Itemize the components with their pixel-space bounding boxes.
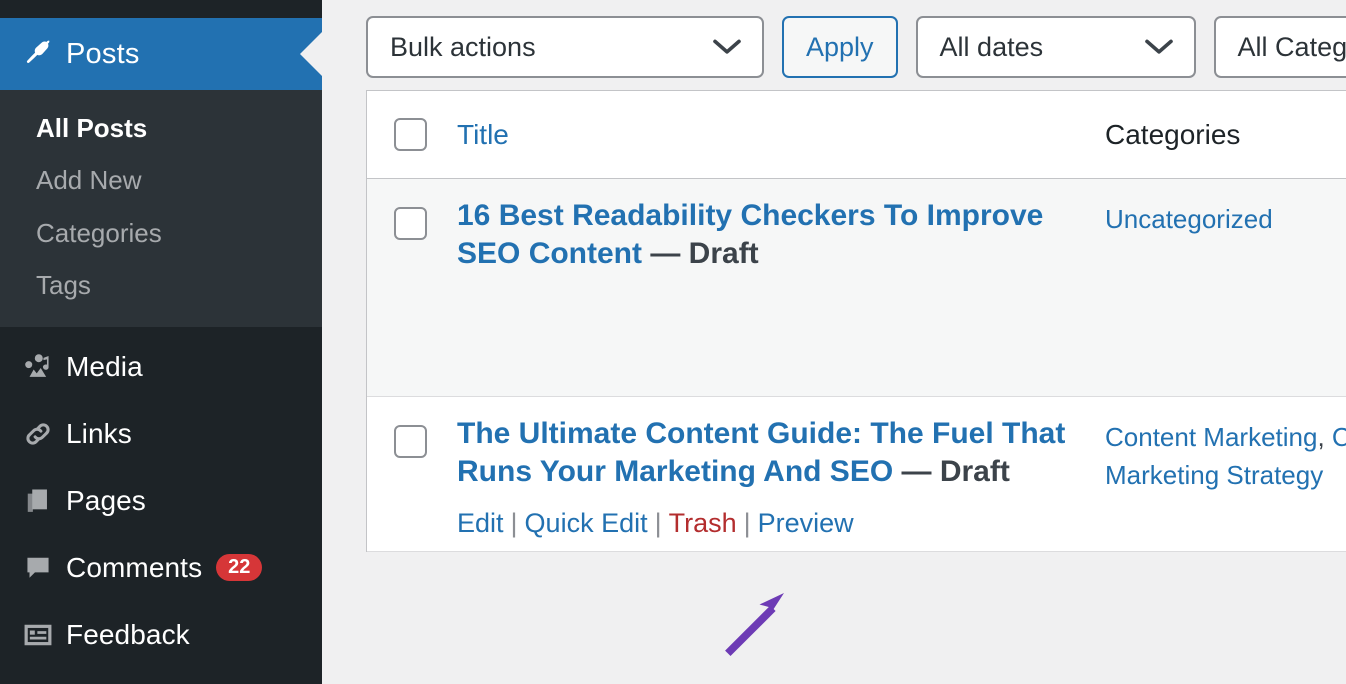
post-status-dash: — — [642, 237, 689, 270]
category-link-list: Content Marketing, Content Marketing Str… — [1105, 419, 1346, 495]
action-separator: | — [504, 508, 525, 538]
trash-link[interactable]: Trash — [669, 508, 737, 538]
select-all-checkbox[interactable] — [394, 118, 427, 151]
chevron-down-icon — [1144, 32, 1174, 63]
table-navigation-toolbar: Bulk actions Apply All dates — [366, 16, 1346, 78]
menu-arrow-notch — [300, 32, 322, 76]
pages-icon — [22, 485, 66, 517]
media-icon — [22, 351, 66, 383]
sidebar-item-media-label: Media — [66, 351, 143, 383]
action-separator: | — [737, 508, 758, 538]
row-checkbox-cell[interactable] — [367, 397, 453, 551]
sidebar-item-pages[interactable]: Pages — [0, 467, 322, 534]
sidebar-item-media[interactable]: Media — [0, 333, 322, 400]
comment-icon — [22, 552, 66, 584]
wordpress-admin-posts-screen: Posts All Posts Add New Categories Tags … — [0, 0, 1346, 684]
category-link-list: Uncategorized — [1105, 201, 1346, 239]
sidebar-item-categories[interactable]: Categories — [0, 207, 322, 259]
column-header-categories: Categories — [1105, 119, 1346, 151]
admin-bar-strip — [0, 0, 322, 18]
edit-link[interactable]: Edit — [457, 508, 504, 538]
row-categories-cell: Content Marketing, Content Marketing Str… — [1105, 397, 1346, 551]
sidebar-item-feedback[interactable]: Feedback — [0, 601, 322, 668]
admin-sidebar: Posts All Posts Add New Categories Tags … — [0, 0, 322, 684]
sidebar-item-tags[interactable]: Tags — [0, 259, 322, 311]
table-row: 16 Best Readability Checkers To Improve … — [367, 179, 1346, 397]
sidebar-item-links[interactable]: Links — [0, 400, 322, 467]
chevron-down-icon — [712, 32, 742, 63]
sidebar-item-pages-label: Pages — [66, 485, 146, 517]
sidebar-item-links-label: Links — [66, 418, 132, 450]
post-status-label: Draft — [940, 455, 1010, 488]
row-select-checkbox[interactable] — [394, 207, 427, 240]
preview-link[interactable]: Preview — [758, 508, 854, 538]
sidebar-item-comments-label: Comments — [66, 552, 202, 584]
sidebar-item-comments[interactable]: Comments 22 — [0, 534, 322, 601]
sidebar-item-posts-label: Posts — [66, 38, 140, 71]
quick-edit-link[interactable]: Quick Edit — [525, 508, 648, 538]
apply-button[interactable]: Apply — [782, 16, 898, 78]
row-actions-spacer — [457, 274, 1085, 382]
feedback-icon — [22, 619, 66, 651]
annotation-arrow-icon — [718, 588, 788, 658]
row-categories-cell: Uncategorized — [1105, 179, 1346, 396]
pin-icon — [22, 37, 66, 71]
category-filter-value: All Categ — [1238, 32, 1346, 63]
sidebar-item-all-posts[interactable]: All Posts — [0, 102, 322, 154]
table-row: The Ultimate Content Guide: The Fuel Tha… — [367, 397, 1346, 552]
action-separator: | — [648, 508, 669, 538]
posts-list-content: Bulk actions Apply All dates — [322, 0, 1346, 684]
row-checkbox-cell[interactable] — [367, 179, 453, 396]
table-header-row: Title Categories — [367, 91, 1346, 179]
category-link[interactable]: Content Marketing — [1105, 422, 1317, 452]
bulk-actions-select[interactable]: Bulk actions — [366, 16, 764, 78]
select-all-checkbox-cell[interactable] — [367, 118, 453, 151]
bulk-actions-value: Bulk actions — [390, 32, 536, 63]
row-title-cell: 16 Best Readability Checkers To Improve … — [453, 179, 1105, 396]
post-status-label: Draft — [689, 237, 759, 270]
date-filter-select[interactable]: All dates — [916, 16, 1196, 78]
row-select-checkbox[interactable] — [394, 425, 427, 458]
sidebar-item-add-new[interactable]: Add New — [0, 154, 322, 206]
post-title-link[interactable]: 16 Best Readability Checkers To Improve … — [457, 197, 1085, 274]
post-status-dash: — — [893, 455, 940, 488]
sidebar-main-menu: Media Links Pages — [0, 327, 322, 668]
sidebar-item-posts[interactable]: Posts — [0, 18, 322, 90]
category-separator: , — [1317, 422, 1324, 452]
column-header-title[interactable]: Title — [453, 119, 1105, 151]
category-link[interactable]: Uncategorized — [1105, 204, 1273, 234]
link-icon — [22, 418, 66, 450]
row-actions: Edit|Quick Edit|Trash|Preview — [457, 510, 1085, 537]
posts-submenu: All Posts Add New Categories Tags — [0, 90, 322, 327]
sidebar-item-feedback-label: Feedback — [66, 619, 190, 651]
post-title-link[interactable]: The Ultimate Content Guide: The Fuel Tha… — [457, 415, 1085, 492]
row-title-cell: The Ultimate Content Guide: The Fuel Tha… — [453, 397, 1105, 551]
date-filter-value: All dates — [940, 32, 1044, 63]
comments-count-badge: 22 — [216, 554, 262, 581]
posts-table: Title Categories 16 Best Readability Che… — [366, 90, 1346, 552]
apply-button-label: Apply — [806, 32, 874, 63]
category-filter-select[interactable]: All Categ — [1214, 16, 1346, 78]
